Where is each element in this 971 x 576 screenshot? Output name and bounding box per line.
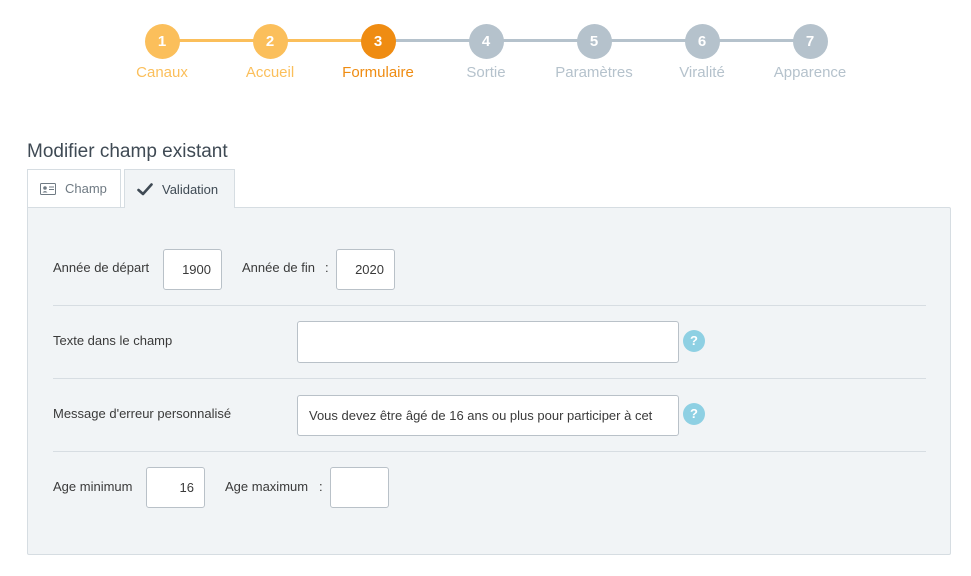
step-label: Paramètres (555, 64, 633, 81)
placeholder-text-input[interactable] (297, 321, 679, 363)
step-sortie[interactable]: 4 Sortie (431, 24, 541, 81)
end-year-separator: : (325, 260, 329, 275)
step-apparence[interactable]: 7 Apparence (755, 24, 865, 81)
step-label: Apparence (773, 64, 847, 81)
checkmark-icon (137, 182, 153, 195)
step-formulaire[interactable]: 3 Formulaire (323, 24, 433, 81)
tab-validation[interactable]: Validation (124, 169, 235, 208)
tab-champ[interactable]: Champ (27, 169, 121, 207)
help-icon[interactable]: ? (683, 330, 705, 352)
progress-stepper: 1 Canaux 2 Accueil 3 Formulaire 4 Sortie… (0, 0, 971, 100)
tab-label: Champ (65, 181, 107, 196)
step-number: 4 (468, 24, 504, 59)
start-year-input[interactable]: 1900 (163, 249, 222, 290)
divider (53, 378, 926, 379)
step-number: 1 (144, 24, 180, 59)
age-max-label: Age maximum (225, 479, 309, 494)
validation-panel: Année de départ 1900 Année de fin : 2020… (27, 207, 951, 555)
age-min-label: Age minimum (53, 479, 133, 494)
step-number: 3 (360, 24, 396, 59)
tab-label: Validation (162, 181, 219, 197)
step-label: Sortie (466, 64, 506, 81)
step-label: Formulaire (342, 64, 414, 81)
start-year-label: Année de départ (53, 260, 150, 275)
error-message-label: Message d'erreur personnalisé (53, 406, 232, 421)
error-message-input[interactable]: Vous devez être âgé de 16 ans ou plus po… (297, 395, 679, 436)
step-label: Accueil (245, 64, 295, 81)
divider (53, 451, 926, 452)
step-number: 2 (252, 24, 288, 59)
step-number: 6 (684, 24, 720, 59)
id-card-icon (40, 182, 56, 195)
step-label: Viralité (679, 64, 725, 81)
age-max-input[interactable] (330, 467, 389, 508)
end-year-label: Année de fin (242, 260, 316, 275)
divider (53, 305, 926, 306)
age-min-input[interactable]: 16 (146, 467, 205, 508)
help-icon[interactable]: ? (683, 403, 705, 425)
step-number: 5 (576, 24, 612, 59)
step-canaux[interactable]: 1 Canaux (107, 24, 217, 81)
step-number: 7 (792, 24, 828, 59)
step-viralite[interactable]: 6 Viralité (647, 24, 757, 81)
end-year-input[interactable]: 2020 (336, 249, 395, 290)
step-parametres[interactable]: 5 Paramètres (539, 24, 649, 81)
page-title: Modifier champ existant (27, 141, 228, 162)
age-max-separator: : (319, 479, 323, 494)
step-label: Canaux (136, 64, 188, 81)
step-accueil[interactable]: 2 Accueil (215, 24, 325, 81)
placeholder-text-label: Texte dans le champ (53, 333, 173, 348)
